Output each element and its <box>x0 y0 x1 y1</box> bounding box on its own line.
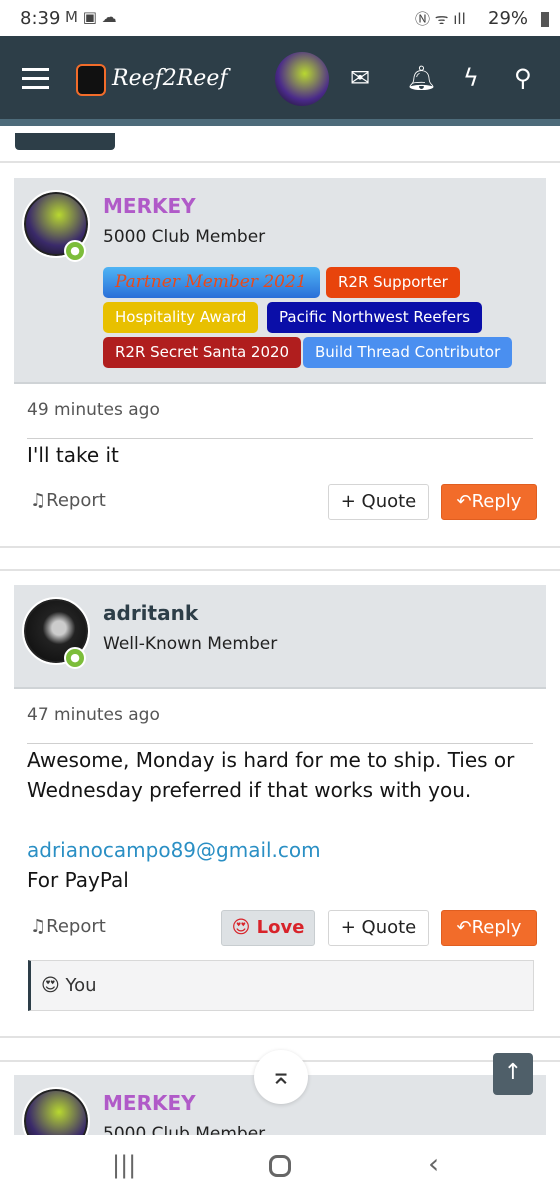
post-body: Awesome, Monday is hard for me to ship. … <box>27 745 537 895</box>
status-bar: 8:39 M ▣ ☁ Ⓝ ᯤ ıll 29% <box>0 0 560 36</box>
divider <box>27 743 533 744</box>
user-block: ● MERKEY 5000 Club Member Partner Member… <box>14 178 546 384</box>
badge-pnw: Pacific Northwest Reefers <box>267 302 483 333</box>
signal-icons: Ⓝ ᯤ ıll <box>415 10 466 28</box>
post-body: I'll take it <box>27 443 119 467</box>
email-link[interactable]: adrianocampo89@gmail.com <box>27 835 537 865</box>
battery-icon <box>541 12 549 27</box>
home-icon[interactable] <box>269 1155 291 1177</box>
post-time[interactable]: 49 minutes ago <box>27 400 160 420</box>
recent-apps-icon[interactable]: ||| <box>112 1151 136 1179</box>
user-avatar[interactable] <box>275 52 329 106</box>
badge-hospitality: Hospitality Award <box>103 302 259 333</box>
battery-level: 29% <box>488 8 529 29</box>
user-title: Well-Known Member <box>103 634 278 654</box>
reply-icon: ↶ <box>456 491 472 512</box>
notification-icons: M ▣ ☁ <box>65 8 117 26</box>
reply-button[interactable]: ↶Reply <box>441 910 537 946</box>
quote-button[interactable]: + Quote <box>328 910 429 946</box>
love-button[interactable]: 😍 Love <box>221 910 315 946</box>
logo-icon[interactable] <box>76 64 106 96</box>
badge-partner: Partner Member 2021 <box>103 267 320 298</box>
bell-icon: ♫︎ <box>30 490 47 511</box>
divider <box>0 1036 560 1038</box>
username[interactable]: MERKEY <box>103 194 196 218</box>
reactions-bar[interactable]: 😍 You <box>28 960 534 1011</box>
quote-button[interactable]: + Quote <box>328 484 429 520</box>
header-tab[interactable] <box>15 133 115 150</box>
online-icon: ● <box>64 240 86 262</box>
android-nav-bar: ||| ‹ <box>0 1135 560 1200</box>
online-icon: ● <box>64 647 86 669</box>
username[interactable]: MERKEY <box>103 1091 196 1115</box>
bell-icon: ♫︎ <box>30 916 47 937</box>
back-to-top-button[interactable]: ↑ <box>493 1053 533 1095</box>
heart-eyes-icon: 😍 <box>231 917 257 938</box>
bell-icon[interactable]: 🔔︎ <box>406 64 436 92</box>
site-header: Reef2Reef ✉ 🔔︎ ϟ ⚲ <box>0 36 560 126</box>
scroll-top-icon[interactable]: ⌅ <box>254 1050 308 1104</box>
back-icon[interactable]: ‹ <box>428 1147 439 1180</box>
divider <box>27 438 533 439</box>
reply-icon: ↶ <box>456 917 472 938</box>
heart-eyes-icon: 😍 <box>41 975 66 996</box>
user-title: 5000 Club Member <box>103 227 266 247</box>
bolt-icon[interactable]: ϟ <box>463 64 479 92</box>
badge-build-thread: Build Thread Contributor <box>303 337 513 368</box>
divider <box>0 546 560 548</box>
clock: 8:39 <box>20 8 61 29</box>
logo-text[interactable]: Reef2Reef <box>112 66 228 91</box>
menu-icon[interactable] <box>22 68 49 90</box>
mail-icon[interactable]: ✉ <box>350 64 370 92</box>
divider <box>0 569 560 571</box>
report-link[interactable]: ♫︎Report <box>30 916 106 937</box>
user-block: ● adritank Well-Known Member <box>14 585 546 689</box>
username[interactable]: adritank <box>103 601 198 625</box>
reply-button[interactable]: ↶Reply <box>441 484 537 520</box>
report-link[interactable]: ♫︎Report <box>30 490 106 511</box>
post-time[interactable]: 47 minutes ago <box>27 705 160 725</box>
badge-supporter: R2R Supporter <box>326 267 460 298</box>
badge-santa: R2R Secret Santa 2020 <box>103 337 302 368</box>
search-icon[interactable]: ⚲ <box>514 64 532 92</box>
divider <box>0 161 560 163</box>
